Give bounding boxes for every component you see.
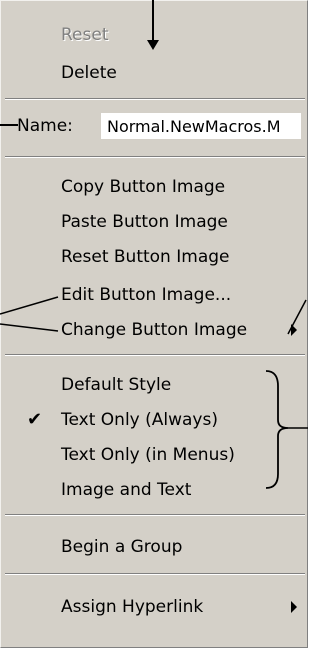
callout-line xyxy=(0,124,18,126)
text-only-menus-label: Text Only (in Menus) xyxy=(61,445,235,465)
separator xyxy=(5,156,305,158)
reset-label: Reset xyxy=(61,25,109,45)
menu-item-reset-button-image[interactable]: Reset Button Image xyxy=(1,241,307,273)
checkmark-icon: ✔ xyxy=(27,409,43,430)
menu-item-begin-group[interactable]: Begin a Group xyxy=(1,531,307,563)
callout-line xyxy=(287,299,307,335)
submenu-arrow-icon xyxy=(291,601,297,613)
name-field[interactable] xyxy=(101,113,301,139)
callout-line xyxy=(152,0,154,44)
change-button-image-label: Change Button Image xyxy=(61,320,248,340)
assign-hyperlink-label: Assign Hyperlink xyxy=(61,597,204,617)
reset-button-image-label: Reset Button Image xyxy=(61,247,230,267)
callout-lines xyxy=(0,296,59,332)
menu-item-copy-button-image[interactable]: Copy Button Image xyxy=(1,171,307,203)
begin-group-label: Begin a Group xyxy=(61,537,183,557)
edit-button-image-label: Edit Button Image... xyxy=(61,285,232,305)
paste-button-image-label: Paste Button Image xyxy=(61,212,228,232)
default-style-label: Default Style xyxy=(61,375,172,395)
separator xyxy=(5,98,305,100)
name-row: Name: xyxy=(1,109,307,143)
menu-item-delete[interactable]: Delete xyxy=(1,57,307,89)
callout-arrowhead xyxy=(147,40,159,50)
name-label: Name: xyxy=(17,116,73,136)
delete-label: Delete xyxy=(61,63,117,83)
separator xyxy=(5,354,305,356)
image-and-text-label: Image and Text xyxy=(61,480,192,500)
separator xyxy=(5,514,305,516)
copy-button-image-label: Copy Button Image xyxy=(61,177,226,197)
separator xyxy=(5,573,305,575)
brace-callout xyxy=(265,370,308,489)
menu-item-assign-hyperlink[interactable]: Assign Hyperlink xyxy=(1,591,307,623)
text-only-always-label: Text Only (Always) xyxy=(61,410,218,430)
menu-item-paste-button-image[interactable]: Paste Button Image xyxy=(1,206,307,238)
